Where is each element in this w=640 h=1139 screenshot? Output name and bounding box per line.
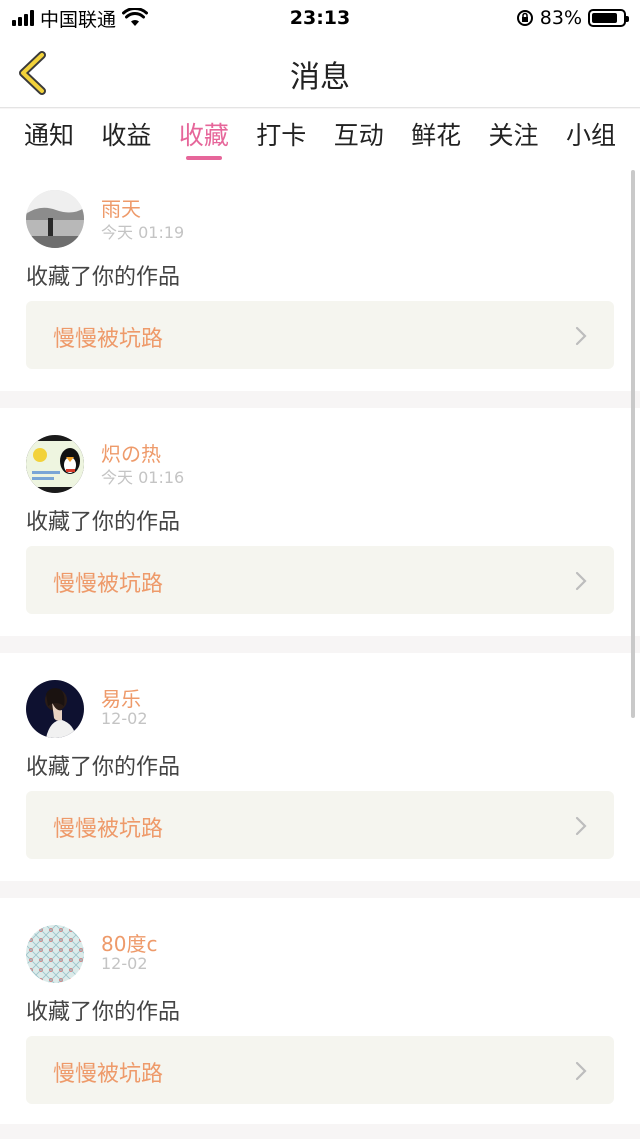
message-card: 炽の热 今天 01:16 收藏了你的作品 慢慢被坑路: [0, 408, 640, 636]
tab-groups[interactable]: 小组: [566, 114, 616, 158]
timestamp: 今天 01:16: [101, 468, 185, 487]
battery-icon: [588, 9, 629, 27]
message-card: 80度c 12-02 收藏了你的作品 慢慢被坑路: [0, 898, 640, 1124]
username[interactable]: 80度c: [101, 928, 157, 957]
action-text: 收藏了你的作品: [26, 265, 181, 290]
username[interactable]: 雨天: [101, 193, 141, 222]
timestamp: 12-02: [101, 709, 148, 728]
username[interactable]: 易乐: [101, 683, 141, 712]
work-title: 慢慢被坑路: [53, 572, 164, 597]
battery-percent: 83%: [539, 7, 582, 29]
nav-bar: 消息: [0, 36, 640, 108]
action-text: 收藏了你的作品: [26, 510, 181, 535]
tab-checkin[interactable]: 打卡: [256, 114, 306, 158]
work-link[interactable]: 慢慢被坑路: [26, 791, 614, 859]
tab-following[interactable]: 关注: [489, 114, 539, 158]
tab-earnings[interactable]: 收益: [101, 114, 151, 158]
timestamp: 12-02: [101, 954, 148, 973]
work-title: 慢慢被坑路: [53, 327, 164, 352]
page-title: 消息: [290, 60, 350, 95]
message-card: 雨天 今天 01:19 收藏了你的作品 慢慢被坑路: [0, 163, 640, 391]
message-card: 易乐 12-02 收藏了你的作品 慢慢被坑路: [0, 653, 640, 881]
tab-flowers[interactable]: 鲜花: [411, 114, 461, 158]
scrollbar[interactable]: [631, 170, 635, 718]
status-right: 83%: [516, 7, 629, 29]
carrier-label: 中国联通: [40, 8, 117, 31]
chevron-right-icon: [575, 571, 587, 591]
timestamp: 今天 01:19: [101, 223, 185, 242]
chevron-right-icon: [575, 326, 587, 346]
tab-bar: 通知 收益 收藏 打卡 互动 鲜花 关注 小组: [0, 109, 640, 163]
username[interactable]: 炽の热: [101, 438, 161, 467]
work-title: 慢慢被坑路: [53, 1062, 164, 1087]
action-text: 收藏了你的作品: [26, 1000, 181, 1025]
chevron-right-icon: [575, 816, 587, 836]
rotation-lock-icon: [516, 10, 533, 26]
action-text: 收藏了你的作品: [26, 755, 181, 780]
status-left: 中国联通: [12, 5, 149, 32]
tab-interaction[interactable]: 互动: [334, 114, 384, 158]
avatar[interactable]: [26, 925, 84, 983]
work-link[interactable]: 慢慢被坑路: [26, 1036, 614, 1104]
chevron-right-icon: [575, 1061, 587, 1081]
avatar[interactable]: [26, 435, 84, 493]
avatar[interactable]: [26, 680, 84, 738]
tab-favorites[interactable]: 收藏: [179, 114, 229, 160]
avatar[interactable]: [26, 190, 84, 248]
work-title: 慢慢被坑路: [53, 817, 164, 842]
status-time: 23:13: [289, 7, 351, 29]
status-bar: 中国联通 23:13 83%: [0, 0, 640, 36]
tab-notifications[interactable]: 通知: [24, 114, 74, 158]
wifi-icon: [122, 8, 149, 26]
work-link[interactable]: 慢慢被坑路: [26, 301, 614, 369]
cellular-signal-icon: [12, 10, 34, 26]
work-link[interactable]: 慢慢被坑路: [26, 546, 614, 614]
